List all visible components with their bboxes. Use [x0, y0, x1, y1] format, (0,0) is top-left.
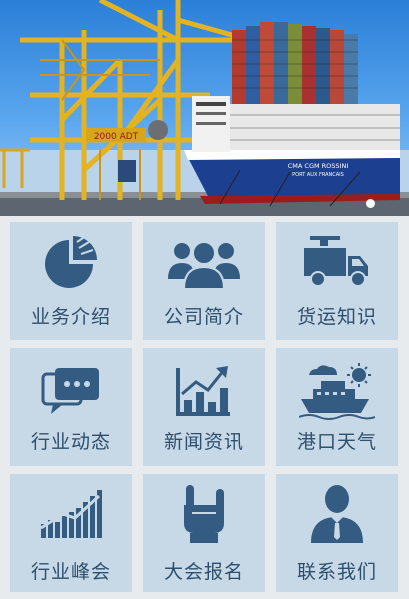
ship-port: PORT AUX FRANCAIS	[292, 172, 344, 178]
rising-bars-icon	[10, 484, 132, 544]
menu-label: 大会报名	[163, 561, 244, 583]
menu-tile-port-weather[interactable]: 港口天气	[276, 348, 398, 466]
banner-carousel[interactable]: 2000 ADT CMA CGM ROSSINI PORT AUX FRANCA…	[0, 0, 409, 216]
hand-gesture-icon	[143, 484, 265, 544]
ship-name: CMA CGM ROSSINI	[288, 162, 349, 170]
menu-label: 行业峰会	[30, 561, 111, 583]
bar-chart-growth-icon	[143, 362, 265, 422]
carousel-indicator[interactable]	[366, 199, 375, 208]
menu-label: 业务介绍	[30, 306, 111, 328]
menu-label: 联系我们	[296, 561, 377, 583]
port-ship-photo: 2000 ADT CMA CGM ROSSINI PORT AUX FRANCA…	[0, 0, 409, 216]
people-group-icon	[143, 232, 265, 292]
menu-tile-freight[interactable]: 货运知识	[276, 222, 398, 340]
menu-tile-contact[interactable]: 联系我们	[276, 474, 398, 592]
menu-tile-company[interactable]: 公司简介	[143, 222, 265, 340]
menu-label: 公司简介	[163, 306, 244, 328]
menu-tile-registration[interactable]: 大会报名	[143, 474, 265, 592]
carousel-dot-active[interactable]	[366, 199, 375, 208]
delivery-truck-icon	[276, 232, 398, 292]
menu-tile-news[interactable]: 新闻资讯	[143, 348, 265, 466]
menu-grid: 业务介绍 公司简介 货运知识 行业动态 新闻资讯 港口天气 行业峰会 大会报名 …	[0, 216, 409, 599]
menu-label: 行业动态	[30, 431, 111, 453]
cruise-ship-weather-icon	[276, 362, 398, 422]
menu-label: 新闻资讯	[163, 431, 244, 453]
menu-label: 港口天气	[296, 431, 377, 453]
menu-tile-business[interactable]: 业务介绍	[10, 222, 132, 340]
chat-bubble-icon	[10, 362, 132, 422]
pie-chart-icon	[10, 232, 132, 292]
menu-tile-summit[interactable]: 行业峰会	[10, 474, 132, 592]
businessman-icon	[276, 484, 398, 544]
menu-label: 货运知识	[296, 306, 377, 328]
menu-tile-industry-news[interactable]: 行业动态	[10, 348, 132, 466]
crane-sign: 2000 ADT	[94, 132, 139, 142]
